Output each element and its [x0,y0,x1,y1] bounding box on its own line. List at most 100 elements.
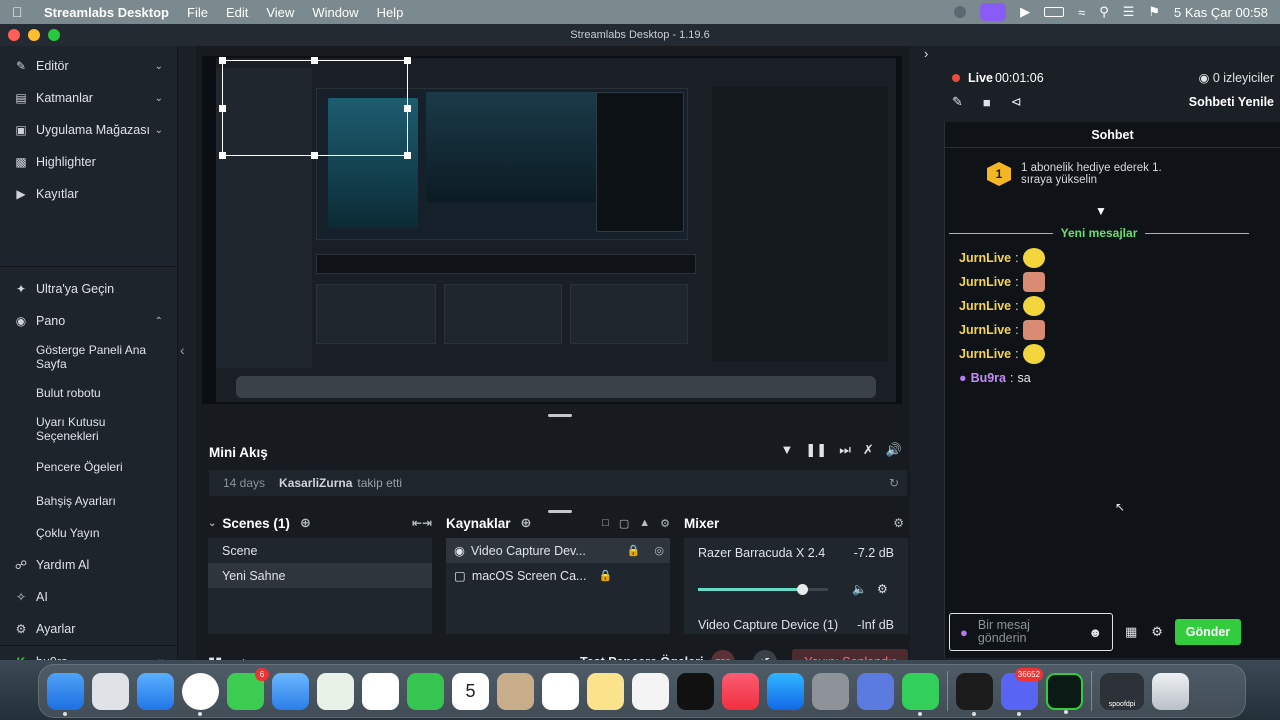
terminal-icon[interactable] [956,672,993,716]
apple-icon[interactable]:  [12,4,28,20]
chat-username[interactable]: JurnLive [959,299,1011,313]
resize-handle[interactable] [219,105,226,112]
photos-icon[interactable] [362,672,399,710]
mail-icon[interactable] [272,672,309,710]
sidebar-item-app-store[interactable]: ▣ Uygulama Mağazası ⌄ [0,114,177,146]
recent-screenshot-thumbnail[interactable]: spoofdpi [1100,672,1144,710]
scene-item[interactable]: Scene [208,538,432,563]
selection-box[interactable] [219,57,411,159]
chat-message-input[interactable]: ● Bir mesaj gönderin ☻ [949,613,1113,651]
chat-username[interactable]: JurnLive [959,347,1011,361]
sidebar-sub-alertbox[interactable]: Uyarı Kutusu Seçenekleri [0,409,177,449]
menu-file[interactable]: File [187,5,208,20]
filter-icon[interactable]: ▼ [781,442,794,458]
sidebar-sub-multistream[interactable]: Çoklu Yayın [0,517,177,549]
resize-handle[interactable] [219,57,226,64]
source-item[interactable]: ◉ Video Capture Dev... 🔒 ◎ [446,538,670,563]
gear-icon[interactable]: ⚙ [877,582,888,596]
gear-icon[interactable]: ⚙ [1151,624,1163,640]
chat-username[interactable]: JurnLive [959,275,1011,289]
camera-icon[interactable]: ■ [983,95,991,110]
launchpad-icon[interactable] [92,672,129,710]
sidebar-item-editor[interactable]: ✎ Editör ⌄ [0,50,177,82]
menu-window[interactable]: Window [312,5,358,20]
calendar-icon[interactable]: 5 [452,672,489,710]
wifi-icon[interactable]: ≈ [1078,5,1085,20]
control-center-icon[interactable]: ☰ [1123,4,1135,20]
maps-icon[interactable] [317,672,354,710]
skip-icon[interactable]: ⏭ [839,442,851,458]
refresh-chat-button[interactable]: Sohbeti Yenile [1189,95,1274,109]
sidebar-item-dashboard[interactable]: ◉ Pano ⌃ [0,305,177,337]
contacts-icon[interactable] [497,672,534,710]
system-settings-icon[interactable] [812,672,849,710]
sidebar-item-ai[interactable]: ✧ AI [0,581,177,613]
chevron-left-icon[interactable]: ‹ [180,342,185,358]
facetime-icon[interactable] [407,672,444,710]
lock-icon[interactable]: 🔒 [598,569,612,582]
chevron-down-icon[interactable]: ⌄ [155,125,163,136]
sidebar-sub-cloudbot[interactable]: Bulut robotu [0,377,177,409]
gear-icon[interactable]: ⚙ [893,516,904,530]
add-source-icon[interactable]: ⊕ [521,515,532,531]
scene-transitions-icon[interactable]: ⇤⇥ [412,516,432,530]
edit-stream-icon[interactable]: ✎ [952,94,963,110]
iphone-mirroring-icon[interactable] [857,672,894,710]
record-status-icon[interactable] [954,6,967,18]
chevron-up-icon[interactable]: ⌃ [155,316,163,327]
safari-icon[interactable] [137,672,174,710]
music-icon[interactable] [722,672,759,710]
menu-edit[interactable]: Edit [226,5,248,20]
source-folder-icon[interactable]: ▢ [619,517,629,530]
whatsapp-icon[interactable] [902,672,939,716]
chevron-right-icon[interactable]: › [924,46,928,61]
menubar-clock[interactable]: 5 Kas Çar 00:58 [1174,5,1268,20]
drag-handle[interactable] [548,414,572,417]
menubar-app-name[interactable]: Streamlabs Desktop [44,5,169,20]
volume-slider-knob[interactable] [797,583,808,595]
mute-alerts-icon[interactable]: ✗ [863,442,874,458]
add-scene-icon[interactable]: ⊕ [300,515,311,531]
resize-handle[interactable] [219,152,226,159]
hidden-eye-icon[interactable]: ◎ [654,544,664,557]
trash-icon[interactable] [1152,672,1189,710]
finder-icon[interactable] [47,672,84,716]
sidebar-item-highlighter[interactable]: ▩ Highlighter [0,146,177,178]
search-icon[interactable]: ⚲ [1099,4,1109,20]
pause-icon[interactable]: ❚❚ [805,442,827,458]
sidebar-item-recordings[interactable]: ▶ Kayıtlar [0,178,177,210]
sidebar-sub-widgets[interactable]: Pencere Ögeleri [0,449,177,485]
app-store-icon[interactable] [767,672,804,710]
source-settings-icon[interactable]: ⚙ [660,517,670,530]
scene-item-selected[interactable]: Yeni Sahne [208,563,432,588]
chat-username[interactable]: JurnLive [959,323,1011,337]
source-window-icon[interactable]: □ [602,517,609,530]
menu-view[interactable]: View [266,5,294,20]
chevron-down-icon[interactable]: ⌄ [155,93,163,104]
play-status-icon[interactable]: ▶ [1020,4,1030,20]
notes-icon[interactable] [587,672,624,710]
reminders-icon[interactable] [542,672,579,710]
freeform-icon[interactable] [632,672,669,710]
screen-share-icon[interactable] [980,3,1007,21]
chat-username[interactable]: Bu9ra [971,371,1006,385]
flag-icon[interactable]: ⚑ [1148,4,1160,20]
send-button[interactable]: Gönder [1174,619,1241,645]
sidebar-sub-dashboard-home[interactable]: Gösterge Paneli Ana Sayfa [0,337,177,377]
chevron-down-icon[interactable]: ⌄ [155,61,163,72]
refresh-icon[interactable]: ↻ [889,476,899,490]
chat-username[interactable]: JurnLive [959,251,1011,265]
sidebar-sub-tips[interactable]: Bahşiş Ayarları [0,485,177,517]
streamlabs-icon[interactable] [1046,672,1083,714]
resize-handle[interactable] [404,57,411,64]
volume-icon[interactable]: 🔊 [886,442,902,458]
emoji-picker-icon[interactable]: ☻ [1088,625,1102,640]
sidebar-item-help[interactable]: ☍ Yardım Al [0,549,177,581]
source-group-icon[interactable]: ▲ [639,517,650,530]
share-icon[interactable]: ⊲ [1011,94,1022,110]
source-item[interactable]: ▢ macOS Screen Ca... 🔒 [446,563,670,588]
stream-preview[interactable] [202,56,902,404]
scroll-down-icon[interactable]: ▼ [1095,204,1107,218]
chevron-down-icon[interactable]: ⌄ [208,518,216,529]
volume-slider[interactable] [698,583,828,595]
